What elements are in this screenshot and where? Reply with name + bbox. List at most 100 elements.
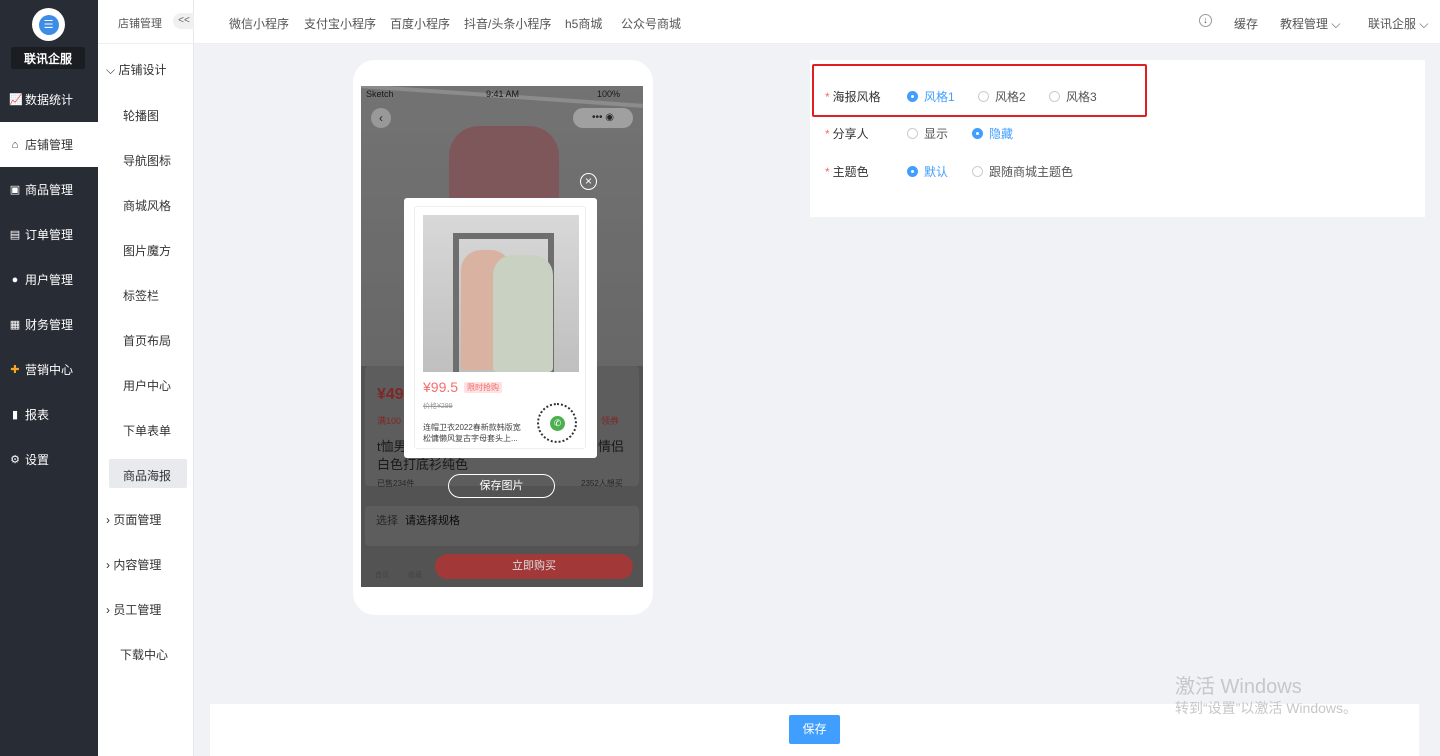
user-icon: ● (11, 273, 19, 286)
subnav-item-download[interactable]: 下载中心 (120, 646, 168, 663)
mini-program-code: ✆ (537, 403, 577, 443)
radio-theme-follow[interactable]: 跟随商城主题色 (972, 163, 1073, 180)
save-button[interactable]: 保存 (789, 715, 840, 744)
app-root: ☰ 联讯企服 📈 数据统计 ⌂ 店铺管理 ▣ 商品管理 ▤ 订单管理 ● 用户管理 ▦ 财务… (0, 0, 1440, 756)
tab-douyin-mini[interactable]: 抖音/头条小程序 (464, 15, 551, 32)
rack-top (453, 233, 553, 239)
radio-style-2[interactable]: 风格2 (978, 88, 1026, 105)
required-mark: * (825, 127, 830, 141)
sidebar-item-stats[interactable]: 📈 数据统计 (0, 77, 98, 122)
buy-now-button[interactable]: 立即购买 (435, 554, 633, 579)
activation-watermark-text: 转到“设置”以激活 Windows。 (1175, 700, 1358, 716)
collapse-button[interactable]: << (173, 13, 195, 29)
sidebar-item-report[interactable]: ▮ 报表 (0, 392, 98, 437)
secondary-sidebar: 店铺管理 << ⌵ 店铺设计 轮播图 导航图标 商城风格 图片魔方 标签栏 首页… (98, 0, 195, 756)
tab-baidu-mini[interactable]: 百度小程序 (390, 15, 450, 32)
subnav-item-image-cube[interactable]: 图片魔方 (123, 242, 171, 259)
report-icon: ▮ (11, 409, 19, 421)
chevron-down-icon: ⌵ (106, 63, 119, 77)
sharer-label: * 分享人 (825, 125, 869, 142)
tutorial-dropdown[interactable]: 教程管理 ⌵ (1280, 15, 1340, 32)
tab-official-account[interactable]: 公众号商城 (621, 15, 681, 32)
close-icon[interactable]: × (580, 173, 597, 190)
subnav-item-mall-style[interactable]: 商城风格 (123, 197, 171, 214)
radio-label: 风格3 (1066, 90, 1097, 104)
subnav-item-tabbar[interactable]: 标签栏 (123, 287, 159, 304)
sidebar-item-label: 订单管理 (25, 228, 74, 242)
logo-icon: ☰ (38, 14, 59, 35)
goods-icon: ▣ (9, 184, 21, 196)
tab-wechat-mini[interactable]: 微信小程序 (229, 15, 289, 32)
radio-dot (972, 166, 983, 177)
sidebar-item-shop[interactable]: ⌂ 店铺管理 (0, 122, 98, 167)
radio-label: 风格1 (924, 90, 955, 104)
subnav-item-home-layout[interactable]: 首页布局 (123, 332, 171, 349)
tab-h5[interactable]: h5商城 (565, 15, 602, 32)
radio-dot (907, 128, 918, 139)
subnav-group-pages[interactable]: › 页面管理 (106, 511, 161, 528)
sidebar-item-label: 店铺管理 (25, 138, 74, 152)
radio-dot (907, 166, 918, 177)
chart-icon: 📈 (9, 94, 23, 106)
subnav-item-product-poster[interactable]: 商品海报 (123, 467, 171, 484)
save-image-button[interactable]: 保存图片 (448, 474, 555, 498)
green-hoodie (493, 255, 553, 372)
subnav-group-label: 店铺设计 (118, 63, 167, 77)
subnav-group-label: 内容管理 (113, 558, 162, 572)
wechat-icon: ✆ (550, 416, 565, 431)
home-tab-label[interactable]: 首页 (375, 570, 389, 580)
sidebar-item-finance[interactable]: ▦ 财务管理 (0, 302, 98, 347)
poster-desc-line1: 连帽卫衣2022春新款韩版宽 (423, 423, 521, 432)
primary-sidebar: ☰ 联讯企服 📈 数据统计 ⌂ 店铺管理 ▣ 商品管理 ▤ 订单管理 ● 用户管理 ▦ 财务… (0, 0, 98, 756)
subnav-group-label: 员工管理 (113, 603, 162, 617)
subnav-item-nav-icons[interactable]: 导航图标 (123, 152, 171, 169)
field-label: 海报风格 (832, 90, 881, 104)
radio-label: 跟随商城主题色 (989, 165, 1074, 179)
poster-tag: 限时抢购 (464, 382, 502, 393)
account-label: 联讯企服 (1368, 17, 1417, 31)
theme-color-label: * 主题色 (825, 163, 869, 180)
brand-name: 联讯企服 (11, 47, 85, 69)
subnav-group-staff[interactable]: › 员工管理 (106, 601, 161, 618)
radio-style-1[interactable]: 风格1 (907, 88, 955, 105)
secondary-sidebar-header: 店铺管理 << (98, 0, 195, 44)
top-bar: 微信小程序 支付宝小程序 百度小程序 抖音/头条小程序 h5商城 公众号商城 ↓… (194, 0, 1440, 44)
radio-label: 风格2 (995, 90, 1026, 104)
subnav-item-user-center[interactable]: 用户中心 (123, 377, 171, 394)
cache-button[interactable]: 缓存 (1234, 15, 1258, 32)
secondary-sidebar-title: 店铺管理 (118, 18, 162, 30)
sidebar-item-goods[interactable]: ▣ 商品管理 (0, 167, 98, 212)
sidebar-item-label: 用户管理 (25, 273, 74, 287)
sidebar-item-settings[interactable]: ⚙ 设置 (0, 437, 98, 482)
subnav-group-content[interactable]: › 内容管理 (106, 556, 161, 573)
sidebar-item-marketing[interactable]: ✚ 营销中心 (0, 347, 98, 392)
radio-dot (1049, 91, 1060, 102)
download-icon[interactable]: ↓ (1199, 14, 1212, 27)
field-label: 分享人 (832, 127, 869, 141)
radio-label: 隐藏 (989, 127, 1014, 141)
order-icon: ▤ (9, 229, 21, 241)
subnav-group-label: 页面管理 (113, 513, 162, 527)
radio-style-3[interactable]: 风格3 (1049, 88, 1097, 105)
radio-sharer-hide[interactable]: 隐藏 (972, 125, 1013, 142)
poster-style-label: * 海报风格 (825, 88, 881, 105)
sidebar-item-orders[interactable]: ▤ 订单管理 (0, 212, 98, 257)
subnav-item-order-form[interactable]: 下单表单 (123, 422, 171, 439)
radio-label: 显示 (924, 127, 949, 141)
account-dropdown[interactable]: 联讯企服 ⌵ (1368, 15, 1428, 32)
radio-dot (907, 91, 918, 102)
radio-theme-default[interactable]: 默认 (907, 163, 948, 180)
chevron-down-icon: ⌵ (1419, 17, 1429, 31)
radio-label: 默认 (924, 165, 949, 179)
sidebar-item-users[interactable]: ● 用户管理 (0, 257, 98, 302)
subnav-group-shop-design[interactable]: ⌵ 店铺设计 (106, 61, 166, 78)
radio-dot (978, 91, 989, 102)
subnav-item-carousel[interactable]: 轮播图 (123, 107, 159, 124)
field-label: 主题色 (832, 165, 869, 179)
favorite-tab-label[interactable]: 收藏 (408, 570, 422, 580)
marketing-icon: ✚ (10, 364, 20, 376)
tab-alipay-mini[interactable]: 支付宝小程序 (304, 15, 376, 32)
radio-sharer-show[interactable]: 显示 (907, 125, 948, 142)
sidebar-item-label: 商品管理 (25, 183, 74, 197)
sidebar-item-label: 营销中心 (25, 363, 74, 377)
